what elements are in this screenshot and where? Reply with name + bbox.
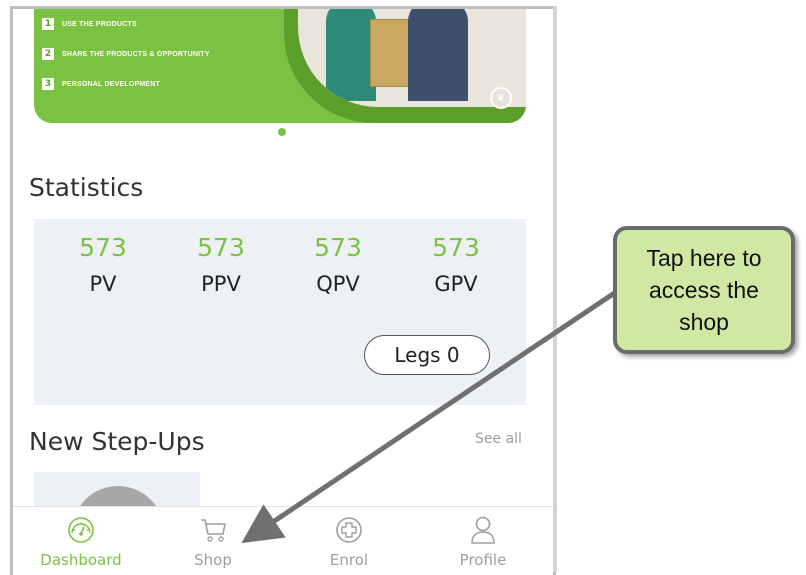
callout-line: shop xyxy=(679,309,729,335)
callout-box: Tap here to access the shop xyxy=(613,226,795,354)
callout-line: Tap here to xyxy=(646,245,762,271)
callout-line: access the xyxy=(649,277,759,303)
